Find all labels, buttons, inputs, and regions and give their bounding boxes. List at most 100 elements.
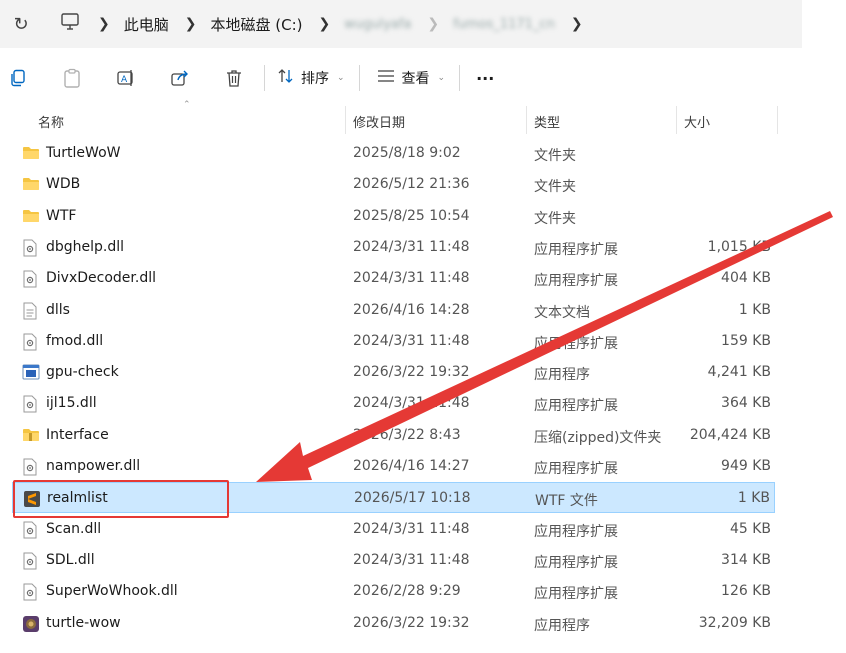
file-size: 949 KB <box>721 458 771 474</box>
file-row[interactable]: DivxDecoder.dll 2024/3/31 11:48 应用程序扩展 404 … <box>12 263 775 294</box>
dll-icon <box>22 552 40 570</box>
file-row[interactable]: turtle-wow 2026/3/22 19:32 应用程序 32,209 KB <box>12 608 775 639</box>
column-header-date[interactable]: 修改日期 <box>353 112 405 131</box>
toolbar-divider <box>358 65 360 91</box>
file-row[interactable]: Scan.dll 2024/3/31 11:48 应用程序扩展 45 KB <box>12 514 775 545</box>
folder-icon <box>22 176 40 193</box>
file-size: 4,241 KB <box>707 364 771 381</box>
file-name: gpu-check <box>46 364 119 381</box>
breadcrumb-folder-1[interactable]: wugulyafa <box>344 17 411 32</box>
file-size: 1,015 KB <box>707 238 771 255</box>
folder-icon <box>22 208 40 225</box>
chevron-right-icon[interactable]: ❯ <box>185 16 197 32</box>
file-name: fmod.dll <box>46 332 104 349</box>
file-type: 应用程序扩展 <box>534 335 618 352</box>
column-header-name[interactable]: 名称 <box>38 112 64 131</box>
column-divider[interactable] <box>526 106 527 134</box>
toolbar-divider <box>459 65 461 91</box>
column-header-row: ⌃ 名称 修改日期 类型 大小 <box>0 100 780 136</box>
file-date-modified: 2025/8/18 9:02 <box>353 145 461 161</box>
dll-icon <box>22 521 40 539</box>
file-size: 126 KB <box>721 583 771 600</box>
chevron-right-icon[interactable]: ❯ <box>427 16 439 32</box>
file-name: WDB <box>46 176 81 193</box>
rename-icon[interactable]: A <box>114 66 138 90</box>
view-label: 查看 <box>401 71 430 87</box>
zip-folder-icon <box>22 427 40 444</box>
file-name: TurtleWoW <box>46 145 121 161</box>
file-type: 应用程序扩展 <box>534 461 618 477</box>
file-date-modified: 2026/4/16 14:28 <box>353 301 470 318</box>
file-row[interactable]: fmod.dll 2024/3/31 11:48 应用程序扩展 159 KB <box>12 326 775 357</box>
file-name: dlls <box>46 301 70 318</box>
column-divider[interactable] <box>345 106 346 134</box>
delete-icon[interactable] <box>222 66 246 90</box>
file-type: 应用程序扩展 <box>534 273 618 290</box>
file-date-modified: 2026/4/16 14:27 <box>353 458 470 474</box>
file-size: 1 KB <box>737 490 770 507</box>
file-date-modified: 2026/3/22 19:32 <box>353 364 470 381</box>
file-row[interactable]: TurtleWoW 2025/8/18 9:02 文件夹 <box>12 138 775 169</box>
file-type: 应用程序扩展 <box>534 554 618 571</box>
file-name: turtle-wow <box>46 614 121 631</box>
file-date-modified: 2024/3/31 11:48 <box>353 270 470 287</box>
copy-icon[interactable] <box>6 66 30 90</box>
file-date-modified: 2024/3/31 11:48 <box>353 551 470 568</box>
file-name: Interface <box>46 426 109 443</box>
file-row[interactable]: WDB 2026/5/12 21:36 文件夹 <box>12 169 775 200</box>
file-size: 32,209 KB <box>698 614 771 631</box>
annotation-highlight-box <box>13 480 229 518</box>
file-size: 204,424 KB <box>689 426 771 443</box>
file-row[interactable]: Interface 2026/3/22 8:43 压缩(zipped)文件夹 204,… <box>12 420 775 451</box>
file-date-modified: 2026/3/22 19:32 <box>353 614 470 631</box>
column-header-size[interactable]: 大小 <box>684 112 710 131</box>
share-icon[interactable] <box>168 66 192 90</box>
file-name: Scan.dll <box>46 520 102 537</box>
breadcrumb-folder-2[interactable]: fumos_1171_cn <box>453 17 555 32</box>
file-type: 应用程序扩展 <box>534 241 618 258</box>
sort-button[interactable]: 排序 ⌄ <box>277 68 345 88</box>
file-date-modified: 2024/3/31 11:48 <box>353 332 470 349</box>
sort-label: 排序 <box>301 71 329 87</box>
chevron-down-icon: ⌄ <box>437 73 446 83</box>
view-button[interactable]: 查看 ⌄ <box>376 68 446 88</box>
file-date-modified: 2024/3/31 11:48 <box>353 238 470 255</box>
column-divider[interactable] <box>676 106 677 134</box>
file-row[interactable]: SuperWoWhook.dll 2026/2/28 9:29 应用程序扩展 126 … <box>12 576 775 607</box>
file-row[interactable]: nampower.dll 2026/4/16 14:27 应用程序扩展 949 KB <box>12 451 775 482</box>
chevron-right-icon: ❯ <box>98 16 110 32</box>
file-date-modified: 2026/5/17 10:18 <box>354 490 471 507</box>
file-type: 应用程序扩展 <box>534 398 618 415</box>
file-row[interactable]: dlls 2026/4/16 14:28 文本文档 1 KB <box>12 295 775 326</box>
column-header-type[interactable]: 类型 <box>534 112 560 131</box>
file-name: ijl15.dll <box>46 395 97 412</box>
breadcrumb-this-pc[interactable]: 此电脑 <box>124 14 169 35</box>
column-divider[interactable] <box>777 106 778 134</box>
dll-icon <box>22 239 40 257</box>
file-name: nampower.dll <box>46 458 141 474</box>
file-type: 应用程序扩展 <box>534 523 618 540</box>
file-row[interactable]: gpu-check 2026/3/22 19:32 应用程序 4,241 KB <box>12 357 775 388</box>
view-list-icon <box>376 69 396 87</box>
file-name: DivxDecoder.dll <box>46 270 156 287</box>
file-type: 压缩(zipped)文件夹 <box>534 429 662 446</box>
file-type: 应用程序 <box>534 367 590 384</box>
file-name: dbghelp.dll <box>46 238 125 255</box>
file-row[interactable]: WTF 2025/8/25 10:54 文件夹 <box>12 201 775 232</box>
more-options-button[interactable]: ··· <box>476 69 494 88</box>
sort-ascending-icon: ⌃ <box>183 100 191 110</box>
refresh-icon[interactable]: ↻ <box>6 14 36 35</box>
sort-icon <box>277 68 295 88</box>
file-row[interactable]: SDL.dll 2024/3/31 11:48 应用程序扩展 314 KB <box>12 545 775 576</box>
address-bar[interactable]: ↻ ❯ 此电脑 ❯ 本地磁盘 (C:) ❯ wugulyafa ❯ fumos_… <box>0 0 802 48</box>
paste-icon[interactable] <box>60 66 84 90</box>
chevron-right-icon[interactable]: ❯ <box>318 16 330 32</box>
turtle-wow-app-icon <box>22 615 40 632</box>
file-size: 404 KB <box>721 270 771 287</box>
chevron-right-icon[interactable]: ❯ <box>571 16 583 32</box>
file-row[interactable]: dbghelp.dll 2024/3/31 11:48 应用程序扩展 1,015 KB <box>12 232 775 263</box>
computer-icon[interactable] <box>60 13 82 35</box>
breadcrumb-local-disk[interactable]: 本地磁盘 (C:) <box>210 14 302 35</box>
file-row[interactable]: ijl15.dll 2024/3/31 11:48 应用程序扩展 364 KB <box>12 388 775 419</box>
file-size: 159 KB <box>721 332 771 349</box>
